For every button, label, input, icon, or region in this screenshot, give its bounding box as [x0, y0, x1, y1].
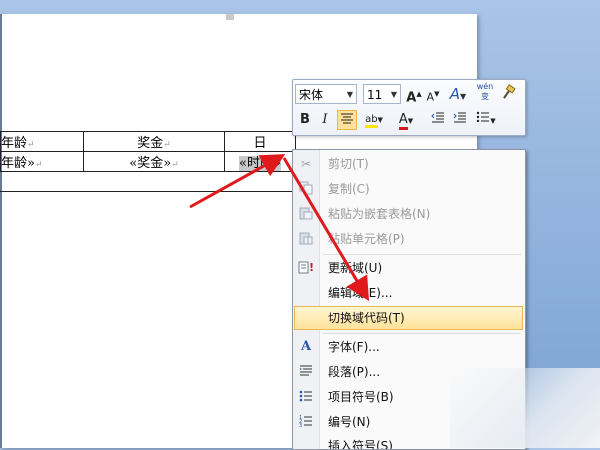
arrow-to-menu-item	[282, 157, 370, 302]
arrow-to-field	[189, 154, 286, 209]
annotation-arrows	[189, 154, 370, 302]
